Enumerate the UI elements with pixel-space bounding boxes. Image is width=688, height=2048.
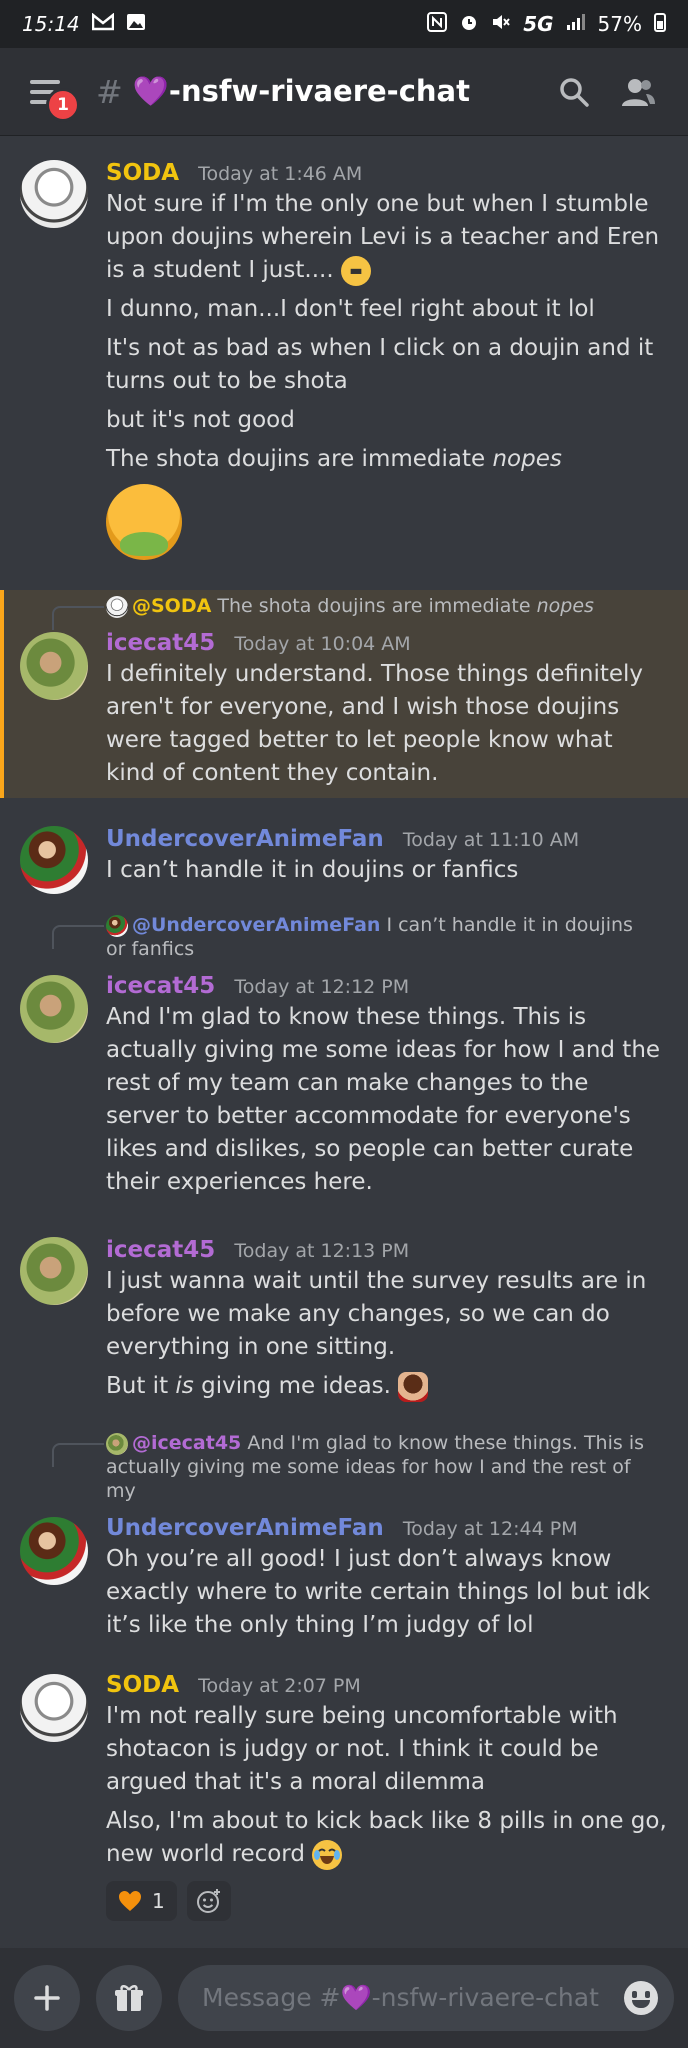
message-text: but it's not good <box>106 407 295 433</box>
message-text: But it is giving me ideas. <box>106 1370 668 1403</box>
reaction-count: 1 <box>152 1889 165 1913</box>
menu-button[interactable]: 1 <box>28 72 80 122</box>
message-composer: Message #💜-nsfw-rivaere-chat <box>0 1948 688 2048</box>
members-button[interactable] <box>616 70 660 114</box>
reply-mention: @UndercoverAnimeFan <box>132 914 381 936</box>
message[interactable]: icecat45 Today at 10:04 AM I definitely … <box>4 618 688 790</box>
reply-preview[interactable]: @SODA The shota doujins are immediate no… <box>4 594 688 630</box>
mute-icon <box>491 12 511 37</box>
message-text: The shota doujins are immediate nopes <box>106 446 562 472</box>
nfc-icon <box>427 11 448 37</box>
clock: 15:14 <box>22 12 80 36</box>
avatar[interactable] <box>20 826 88 894</box>
avatar[interactable] <box>20 160 88 228</box>
message-text: I can’t handle it in doujins or fanfics <box>106 857 519 883</box>
reply-preview[interactable]: @UndercoverAnimeFan I can’t handle it in… <box>0 913 688 961</box>
avatar[interactable] <box>20 632 88 700</box>
timestamp: Today at 1:46 AM <box>198 163 363 185</box>
message-text: I'm not really sure being uncomfortable … <box>106 1703 618 1795</box>
reply-avatar <box>106 1432 128 1455</box>
gift-button[interactable] <box>96 1965 162 2031</box>
message-text: Oh you’re all good! I just don’t always … <box>106 1546 650 1638</box>
message-text: It's not as bad as when I click on a dou… <box>106 335 654 394</box>
plus-icon <box>34 1985 60 2011</box>
message-placeholder: Message #💜-nsfw-rivaere-chat <box>202 1983 599 2012</box>
search-button[interactable] <box>552 70 596 114</box>
grimacing-emoji-icon: ▬ <box>340 255 371 286</box>
username[interactable]: icecat45 <box>106 1237 215 1263</box>
vomiting-face-emoji-icon <box>106 484 182 560</box>
username[interactable]: UndercoverAnimeFan <box>106 826 384 852</box>
channel-header: 1 # 💜-nsfw-rivaere-chat <box>0 48 688 136</box>
message-text: I dunno, man...I don't feel right about … <box>106 296 595 322</box>
network-type: 5G <box>523 12 554 36</box>
battery-percent: 57% <box>597 12 642 36</box>
message[interactable]: SODA Today at 2:07 PM I'm not really sur… <box>0 1670 688 1921</box>
members-icon <box>622 78 655 106</box>
message[interactable]: UndercoverAnimeFan Today at 11:10 AM I c… <box>0 798 688 911</box>
heart-reaction[interactable]: 1 <box>106 1881 177 1921</box>
add-reaction-button[interactable] <box>186 1881 231 1921</box>
avatar[interactable] <box>20 1237 88 1305</box>
crying-laughing-emoji-icon <box>312 1839 343 1870</box>
message-text: I just wanna wait until the survey resul… <box>106 1268 647 1360</box>
message-list[interactable]: SODA Today at 1:46 AM Not sure if I'm th… <box>0 136 688 1921</box>
message-text: I definitely understand. Those things de… <box>106 661 644 786</box>
alarm-icon <box>459 12 479 37</box>
username[interactable]: UndercoverAnimeFan <box>106 1515 384 1541</box>
channel-title[interactable]: 💜-nsfw-rivaere-chat <box>133 74 532 109</box>
orange-heart-icon <box>119 1891 141 1911</box>
username[interactable]: SODA <box>106 1672 179 1698</box>
attach-button[interactable] <box>14 1965 80 2031</box>
timestamp: Today at 10:04 AM <box>234 633 411 655</box>
gift-icon <box>115 1985 143 2011</box>
notification-badge: 1 <box>46 87 80 122</box>
reaction-bar: 1 <box>106 1881 668 1921</box>
timestamp: Today at 12:13 PM <box>234 1240 410 1262</box>
username[interactable]: icecat45 <box>106 973 215 999</box>
avatar[interactable] <box>20 1674 88 1742</box>
message[interactable]: icecat45 Today at 12:12 PM And I'm glad … <box>0 961 688 1223</box>
timestamp: Today at 12:12 PM <box>234 976 410 998</box>
username[interactable]: SODA <box>106 160 179 186</box>
signal-icon <box>566 13 586 36</box>
message[interactable]: icecat45 Today at 12:13 PM I just wanna … <box>0 1223 688 1431</box>
timestamp: Today at 11:10 AM <box>402 829 580 851</box>
message-text: Not sure if I'm the only one but when I … <box>106 188 668 287</box>
timestamp: Today at 2:07 PM <box>198 1675 361 1697</box>
message-text: And I'm glad to know these things. This … <box>106 1004 661 1195</box>
reply-mention: @SODA <box>132 595 212 617</box>
battery-icon <box>654 12 666 37</box>
message-input[interactable]: Message #💜-nsfw-rivaere-chat <box>178 1965 674 2031</box>
gallery-icon <box>126 13 146 36</box>
custom-emoji-icon <box>398 1371 429 1402</box>
channel-hash-icon: # <box>96 72 123 111</box>
reply-mention: @icecat45 <box>132 1432 242 1454</box>
gmail-icon <box>91 11 114 36</box>
message[interactable]: SODA Today at 1:46 AM Not sure if I'm th… <box>0 136 688 590</box>
reply-preview[interactable]: @icecat45 And I'm glad to know these thi… <box>0 1431 688 1503</box>
status-bar: 15:14 5G 57% <box>0 0 688 48</box>
message[interactable]: UndercoverAnimeFan Today at 12:44 PM Oh … <box>0 1503 688 1670</box>
reply-avatar <box>106 914 128 937</box>
username[interactable]: icecat45 <box>106 630 215 656</box>
timestamp: Today at 12:44 PM <box>402 1518 578 1540</box>
avatar[interactable] <box>20 1517 88 1585</box>
message-text: Also, I'm about to kick back like 8 pill… <box>106 1805 668 1871</box>
add-reaction-icon <box>196 1889 220 1913</box>
avatar[interactable] <box>20 975 88 1043</box>
reply-avatar <box>106 595 128 618</box>
emoji-picker-icon[interactable] <box>624 1981 658 2015</box>
highlighted-message[interactable]: @SODA The shota doujins are immediate no… <box>0 590 688 798</box>
search-icon <box>560 77 589 107</box>
